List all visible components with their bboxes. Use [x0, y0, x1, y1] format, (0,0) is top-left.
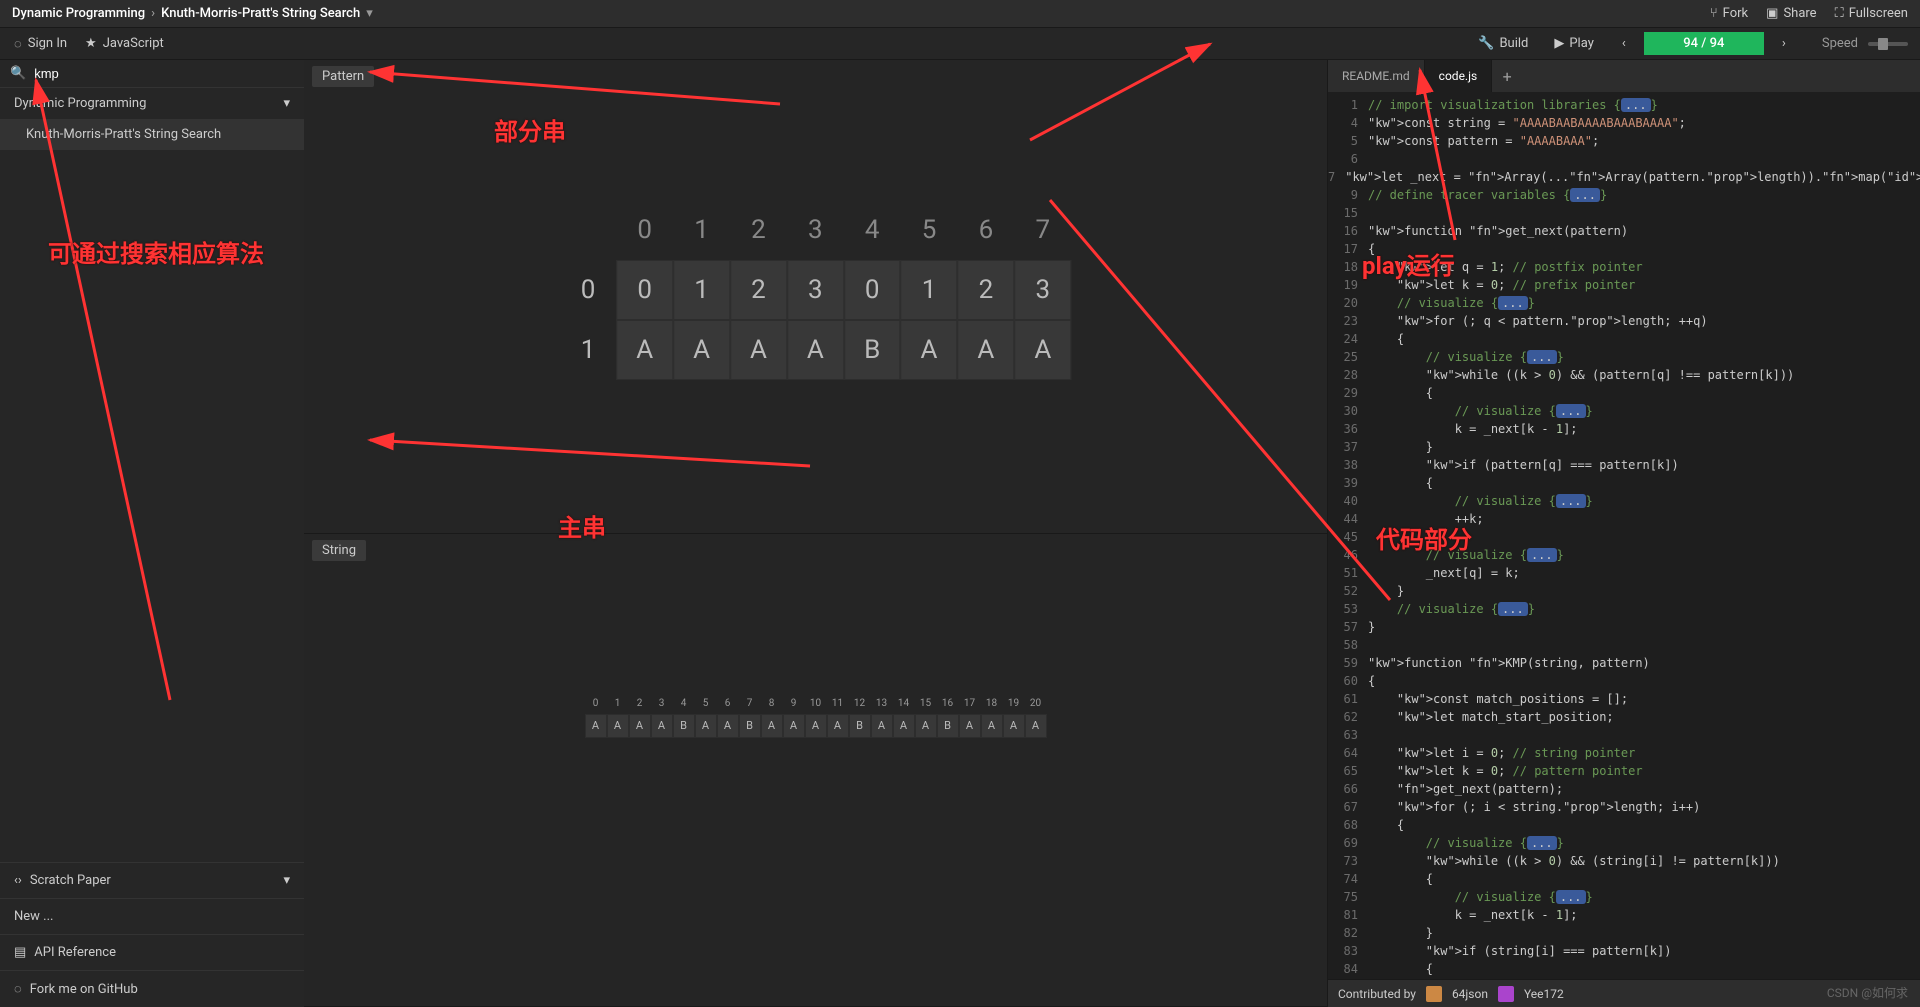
chevron-right-icon: › [1782, 36, 1786, 51]
string-panel-label: String [312, 540, 366, 561]
sub-bar: ◌Sign In ★JavaScript 🔧Build ▶Play ‹ 94 /… [0, 28, 1920, 60]
build-button[interactable]: 🔧Build [1468, 32, 1538, 55]
fullscreen-link[interactable]: ⛶Fullscreen [1835, 6, 1908, 21]
contributor-2[interactable]: Yee172 [1524, 987, 1564, 1001]
signin-link[interactable]: ◌Sign In [14, 36, 67, 52]
scratch-new[interactable]: New ... [0, 898, 304, 934]
breadcrumb-leaf[interactable]: Knuth-Morris-Pratt's String Search [161, 6, 360, 21]
api-reference-link[interactable]: ▤API Reference [0, 934, 304, 970]
contributor-1[interactable]: 64json [1452, 987, 1488, 1001]
play-button[interactable]: ▶Play [1544, 32, 1604, 55]
breadcrumb-root[interactable]: Dynamic Programming [12, 6, 145, 21]
language-select[interactable]: ★JavaScript [85, 36, 164, 51]
fullscreen-icon: ⛶ [1835, 6, 1844, 21]
share-link[interactable]: ▣Share [1766, 6, 1816, 21]
speed-slider[interactable] [1868, 42, 1908, 46]
share-icon: ▣ [1766, 6, 1778, 21]
chevron-right-icon: › [151, 6, 155, 21]
fork-github-link[interactable]: ◌Fork me on GitHub [0, 970, 304, 1007]
tab-add-button[interactable]: + [1492, 60, 1522, 92]
caret-down-icon: ▾ [283, 873, 290, 888]
step-back-button[interactable]: ‹ [1610, 32, 1638, 56]
pattern-panel: Pattern 012345670012301231AAAABAAA [304, 60, 1327, 534]
tab-readme[interactable]: README.md [1328, 60, 1425, 92]
github-icon: ◌ [14, 36, 22, 52]
pattern-panel-label: Pattern [312, 66, 374, 87]
search-row: 🔍 [0, 60, 304, 88]
chevron-left-icon: ‹ [1622, 36, 1626, 51]
avatar [1426, 986, 1442, 1002]
avatar [1498, 986, 1514, 1002]
github-icon: ◌ [14, 981, 22, 997]
play-icon: ▶ [1554, 36, 1564, 51]
speed-label: Speed [1822, 36, 1858, 51]
code-icon: ‹› [14, 873, 22, 888]
string-panel: String 01234567891011121314151617181920A… [304, 534, 1327, 1007]
search-input[interactable] [34, 66, 294, 81]
breadcrumb: Dynamic Programming › Knuth-Morris-Pratt… [12, 6, 1710, 21]
code-area: README.md code.js + 1// import visualiza… [1328, 60, 1920, 1007]
scratch-paper-toggle[interactable]: ‹›Scratch Paper ▾ [0, 862, 304, 898]
book-icon: ▤ [14, 945, 26, 960]
top-bar: Dynamic Programming › Knuth-Morris-Pratt… [0, 0, 1920, 28]
code-editor[interactable]: 1// import visualization libraries {...}… [1328, 92, 1920, 979]
star-icon: ★ [85, 36, 97, 51]
step-forward-button[interactable]: › [1770, 32, 1798, 56]
fork-link[interactable]: ⑂Fork [1710, 6, 1748, 21]
string-table: 01234567891011121314151617181920AAAABAAB… [585, 694, 1047, 738]
tab-code[interactable]: code.js [1425, 60, 1492, 92]
sidebar-item-kmp[interactable]: Knuth-Morris-Pratt's String Search [0, 119, 304, 150]
visualization-area: Pattern 012345670012301231AAAABAAA Strin… [304, 60, 1328, 1007]
sidebar: 🔍 Dynamic Programming▾ Knuth-Morris-Prat… [0, 60, 304, 1007]
pattern-table: 012345670012301231AAAABAAA [560, 200, 1072, 380]
sidebar-item-dp[interactable]: Dynamic Programming▾ [0, 88, 304, 119]
fork-icon: ⑂ [1710, 6, 1718, 21]
watermark: CSDN @如何求 [1827, 984, 1908, 1001]
search-icon: 🔍 [10, 66, 26, 81]
step-counter: 94 / 94 [1644, 32, 1764, 55]
slider-thumb[interactable] [1878, 38, 1888, 50]
editor-tabs: README.md code.js + [1328, 60, 1920, 92]
wrench-icon: 🔧 [1478, 36, 1494, 51]
caret-down-icon: ▾ [283, 96, 290, 111]
caret-down-icon[interactable]: ▾ [366, 6, 373, 21]
